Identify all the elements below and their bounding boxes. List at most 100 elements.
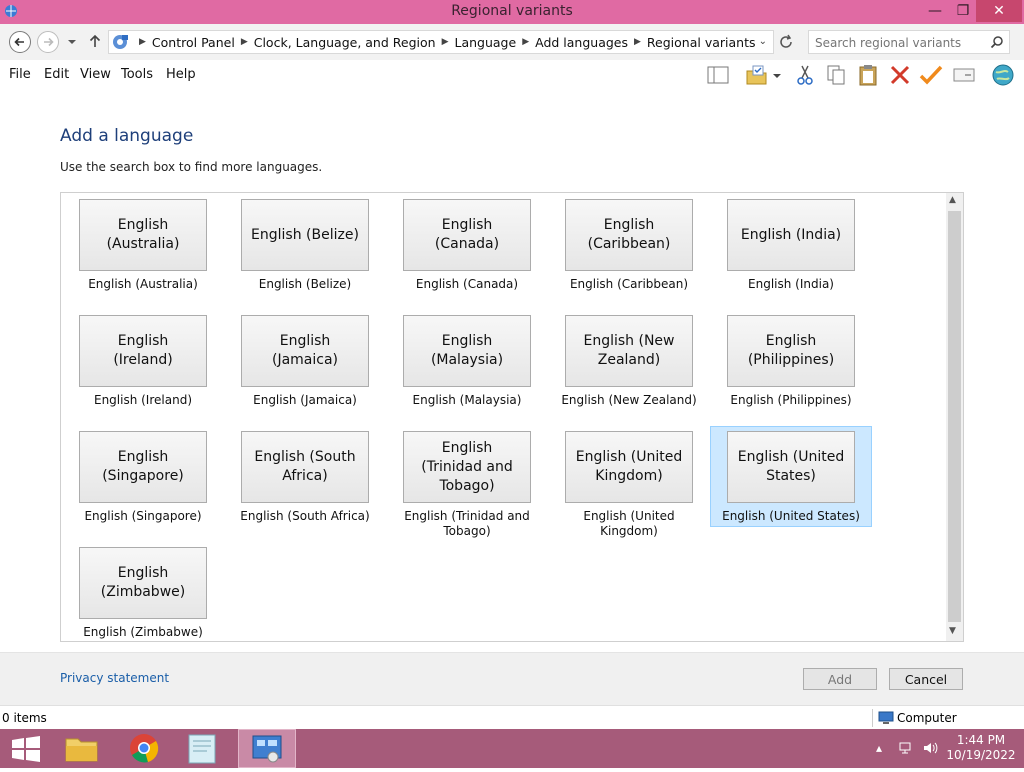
- scroll-up-icon[interactable]: ▲: [949, 195, 956, 205]
- language-button[interactable]: English (Canada): [403, 199, 531, 271]
- language-button[interactable]: English (Jamaica): [241, 315, 369, 387]
- language-tile[interactable]: English (New Zealand) English (New Zealan…: [548, 310, 710, 411]
- language-button[interactable]: English (India): [727, 199, 855, 271]
- language-caption: English (Australia): [88, 277, 198, 291]
- menu-file[interactable]: File: [9, 67, 31, 82]
- address-bar[interactable]: ▶ Control Panel ▶ Clock, Language, and R…: [108, 30, 774, 54]
- language-caption: English (Jamaica): [253, 393, 357, 407]
- recent-locations-icon[interactable]: [66, 36, 78, 48]
- check-icon[interactable]: [918, 63, 944, 87]
- notepad-taskbar-button[interactable]: [176, 729, 228, 768]
- minimize-button[interactable]: —: [920, 0, 950, 22]
- system-clock[interactable]: 1:44 PM 10/19/2022: [946, 733, 1016, 763]
- cut-icon[interactable]: [792, 63, 818, 87]
- start-button[interactable]: [0, 729, 52, 768]
- refresh-icon[interactable]: [777, 32, 795, 52]
- taskbar: ▴ 1:44 PM 10/19/2022: [0, 729, 1024, 768]
- address-dropdown-icon[interactable]: ⌄: [759, 36, 767, 47]
- layout-pane-icon[interactable]: [705, 63, 731, 87]
- forward-button[interactable]: [37, 31, 59, 53]
- delete-icon[interactable]: [887, 63, 913, 87]
- language-tile[interactable]: English (United States) English (United S…: [710, 426, 872, 527]
- scrollbar-thumb[interactable]: [948, 211, 961, 622]
- language-tile[interactable]: English (Australia) English (Australia): [62, 194, 224, 295]
- start-icon: [12, 736, 40, 762]
- breadcrumb-separator[interactable]: ▶: [522, 37, 529, 47]
- search-icon[interactable]: [990, 35, 1004, 49]
- language-button[interactable]: English (Trinidad and Tobago): [403, 431, 531, 503]
- language-button[interactable]: English (Belize): [241, 199, 369, 271]
- up-arrow-icon[interactable]: [87, 33, 103, 49]
- menu-view[interactable]: View: [80, 67, 111, 82]
- folder-check-icon[interactable]: [744, 63, 770, 87]
- language-button[interactable]: English (United Kingdom): [565, 431, 693, 503]
- crumb-regional-variants[interactable]: Regional variants: [647, 35, 756, 50]
- file-explorer-taskbar-button[interactable]: [56, 729, 108, 768]
- language-button[interactable]: English (Singapore): [79, 431, 207, 503]
- breadcrumb-separator[interactable]: ▶: [139, 37, 146, 47]
- language-tile[interactable]: English (Canada) English (Canada): [386, 194, 548, 295]
- language-caption: English (Zimbabwe): [83, 625, 203, 639]
- volume-icon[interactable]: [922, 741, 938, 755]
- language-tile[interactable]: English (Ireland) English (Ireland): [62, 310, 224, 411]
- breadcrumb-separator[interactable]: ▶: [442, 37, 449, 47]
- location-label: Computer: [897, 711, 957, 725]
- language-tile[interactable]: English (South Africa) English (South Afr…: [224, 426, 386, 527]
- network-icon[interactable]: [898, 741, 914, 755]
- language-caption: English (Singapore): [84, 509, 202, 523]
- language-button[interactable]: English (Australia): [79, 199, 207, 271]
- language-caption: English (New Zealand): [561, 393, 697, 407]
- paste-icon[interactable]: [855, 63, 881, 87]
- breadcrumb: ▶ Control Panel ▶ Clock, Language, and R…: [111, 31, 756, 53]
- language-tile[interactable]: English (Caribbean) English (Caribbean): [548, 194, 710, 295]
- show-hidden-icons-icon[interactable]: ▴: [876, 741, 890, 755]
- crumb-control-panel[interactable]: Control Panel: [152, 35, 235, 50]
- chrome-taskbar-button[interactable]: [118, 729, 170, 768]
- language-tile[interactable]: English (Zimbabwe) English (Zimbabwe): [62, 542, 224, 641]
- language-button[interactable]: English (Zimbabwe): [79, 547, 207, 619]
- restore-button[interactable]: ❐: [948, 0, 978, 22]
- language-tile[interactable]: English (Belize) English (Belize): [224, 194, 386, 295]
- language-button[interactable]: English (Caribbean): [565, 199, 693, 271]
- search-input[interactable]: [813, 33, 987, 53]
- chevron-down-icon[interactable]: [770, 63, 784, 87]
- page-title: Add a language: [60, 126, 194, 146]
- scroll-down-icon[interactable]: ▼: [949, 626, 956, 636]
- control-panel-taskbar-button[interactable]: [238, 729, 296, 768]
- language-tile[interactable]: English (United Kingdom) English (United …: [548, 426, 710, 542]
- vertical-scrollbar[interactable]: ▲ ▼: [946, 193, 963, 641]
- language-caption: English (India): [748, 277, 834, 291]
- language-tile[interactable]: English (Philippines) English (Philippine…: [710, 310, 872, 411]
- language-button[interactable]: English (South Africa): [241, 431, 369, 503]
- language-tile[interactable]: English (Trinidad and Tobago) English (Tr…: [386, 426, 548, 542]
- language-button[interactable]: English (New Zealand): [565, 315, 693, 387]
- copy-icon[interactable]: [823, 63, 849, 87]
- language-caption: English (United Kingdom): [583, 509, 675, 538]
- cancel-button[interactable]: Cancel: [889, 668, 963, 690]
- breadcrumb-separator[interactable]: ▶: [241, 37, 248, 47]
- menu-edit[interactable]: Edit: [44, 67, 69, 82]
- privacy-statement-link[interactable]: Privacy statement: [60, 671, 169, 685]
- menu-tools[interactable]: Tools: [121, 67, 153, 82]
- add-button[interactable]: Add: [803, 668, 877, 690]
- close-button[interactable]: ✕: [976, 0, 1022, 22]
- crumb-add-languages[interactable]: Add languages: [535, 35, 628, 50]
- language-button[interactable]: English (Philippines): [727, 315, 855, 387]
- search-box[interactable]: [808, 30, 1010, 54]
- arrow-left-icon: [14, 37, 24, 47]
- language-tile[interactable]: English (Singapore) English (Singapore): [62, 426, 224, 527]
- language-button[interactable]: English (Ireland): [79, 315, 207, 387]
- properties-icon[interactable]: [951, 63, 977, 87]
- language-tile[interactable]: English (Malaysia) English (Malaysia): [386, 310, 548, 411]
- breadcrumb-separator[interactable]: ▶: [634, 37, 641, 47]
- crumb-language[interactable]: Language: [454, 35, 516, 50]
- language-tile[interactable]: English (Jamaica) English (Jamaica): [224, 310, 386, 411]
- language-tile[interactable]: English (India) English (India): [710, 194, 872, 295]
- language-caption: English (Malaysia): [412, 393, 522, 407]
- language-button[interactable]: English (United States): [727, 431, 855, 503]
- globe-icon[interactable]: [990, 63, 1016, 87]
- language-button[interactable]: English (Malaysia): [403, 315, 531, 387]
- menu-help[interactable]: Help: [166, 67, 196, 82]
- back-button[interactable]: [9, 31, 31, 53]
- crumb-clock-language-region[interactable]: Clock, Language, and Region: [254, 35, 436, 50]
